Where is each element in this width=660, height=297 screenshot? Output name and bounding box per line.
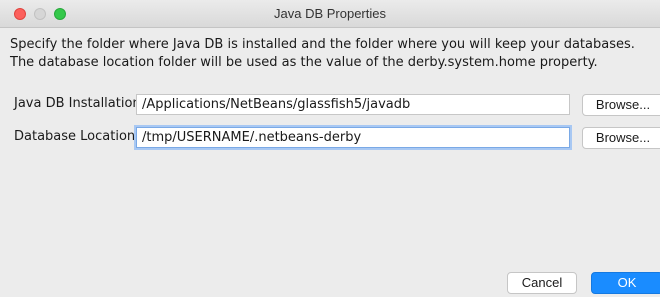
title-bar: Java DB Properties [0,0,660,28]
dialog-window: Java DB Properties Specify the folder wh… [0,0,660,297]
location-browse-button[interactable]: Browse... [582,127,660,149]
installation-path-field[interactable]: /Applications/NetBeans/glassfish5/javadb [136,94,570,115]
description-text: Specify the folder where Java DB is inst… [10,37,635,70]
location-label: Database Location: [14,129,140,144]
window-title: Java DB Properties [274,6,386,21]
installation-browse-button[interactable]: Browse... [582,94,660,116]
ok-button[interactable]: OK [591,272,660,294]
cancel-button[interactable]: Cancel [507,272,577,294]
location-path-field[interactable]: /tmp/USERNAME/.netbeans-derby [136,127,570,148]
installation-label: Java DB Installation: [14,96,146,111]
